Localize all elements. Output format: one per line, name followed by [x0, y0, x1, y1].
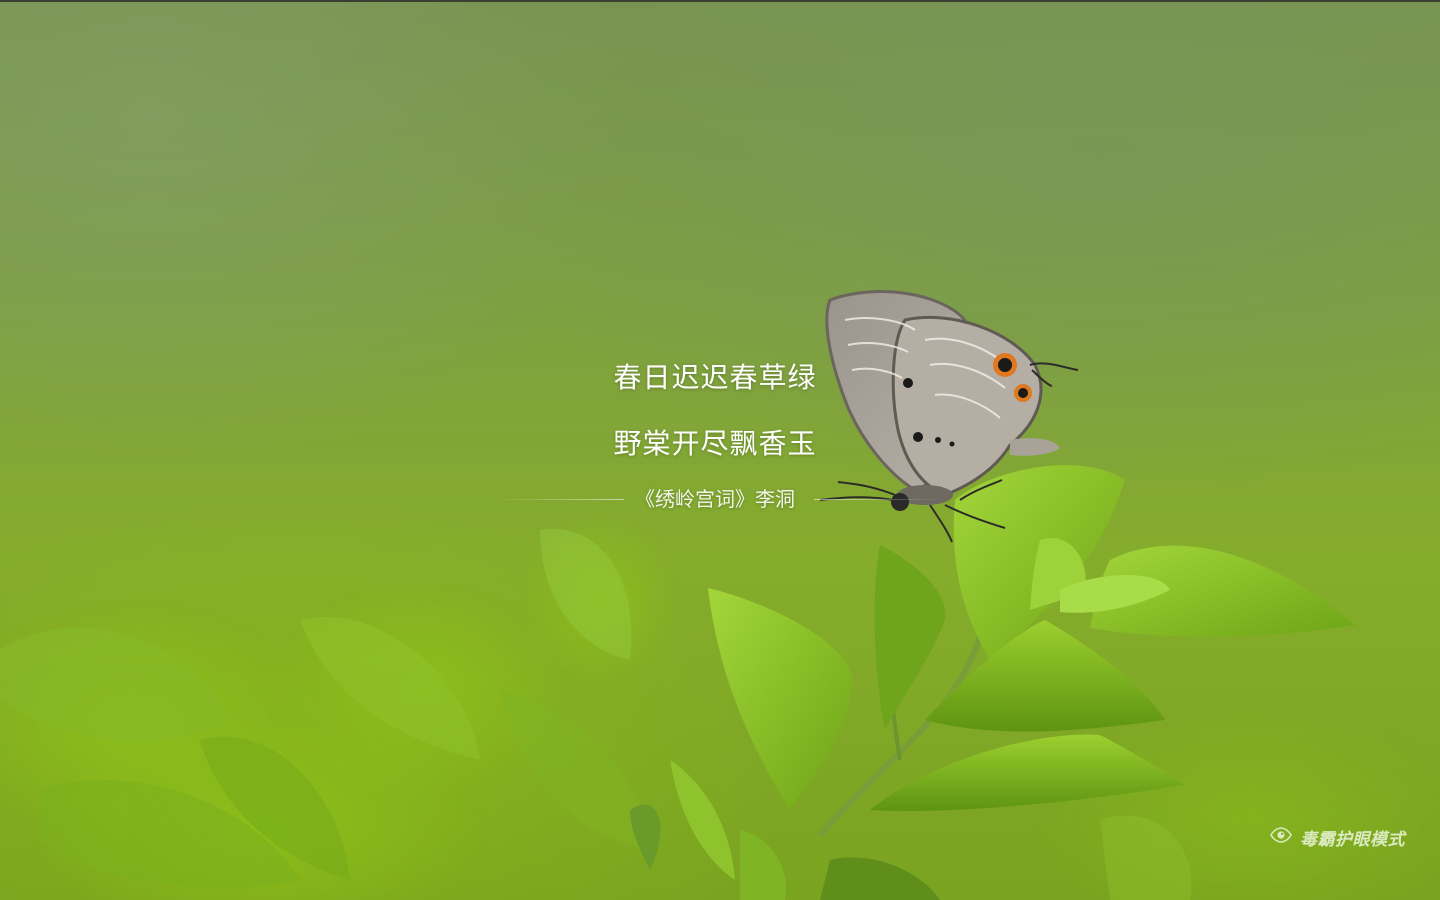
eye-protection-mode-button[interactable]: 毒霸护眼模式 [1270, 823, 1405, 851]
poem-source-row: 《绣岭宫词》李洞 [470, 484, 960, 514]
poem-overlay: 春日迟迟春草绿 野棠开尽飘香玉 《绣岭宫词》李洞 [470, 352, 960, 514]
eye-icon [1270, 827, 1292, 847]
poem-line-1: 春日迟迟春草绿 [613, 361, 817, 394]
left-divider [494, 499, 624, 500]
eye-protection-mode-label: 毒霸护眼模式 [1300, 829, 1405, 850]
right-divider [814, 499, 944, 500]
wallpaper-screen: 春日迟迟春草绿 野棠开尽飘香玉 《绣岭宫词》李洞 毒霸护眼模式 [0, 0, 1440, 900]
poem-source: 《绣岭宫词》李洞 [635, 487, 795, 511]
poem-line-2: 野棠开尽飘香玉 [613, 427, 817, 460]
